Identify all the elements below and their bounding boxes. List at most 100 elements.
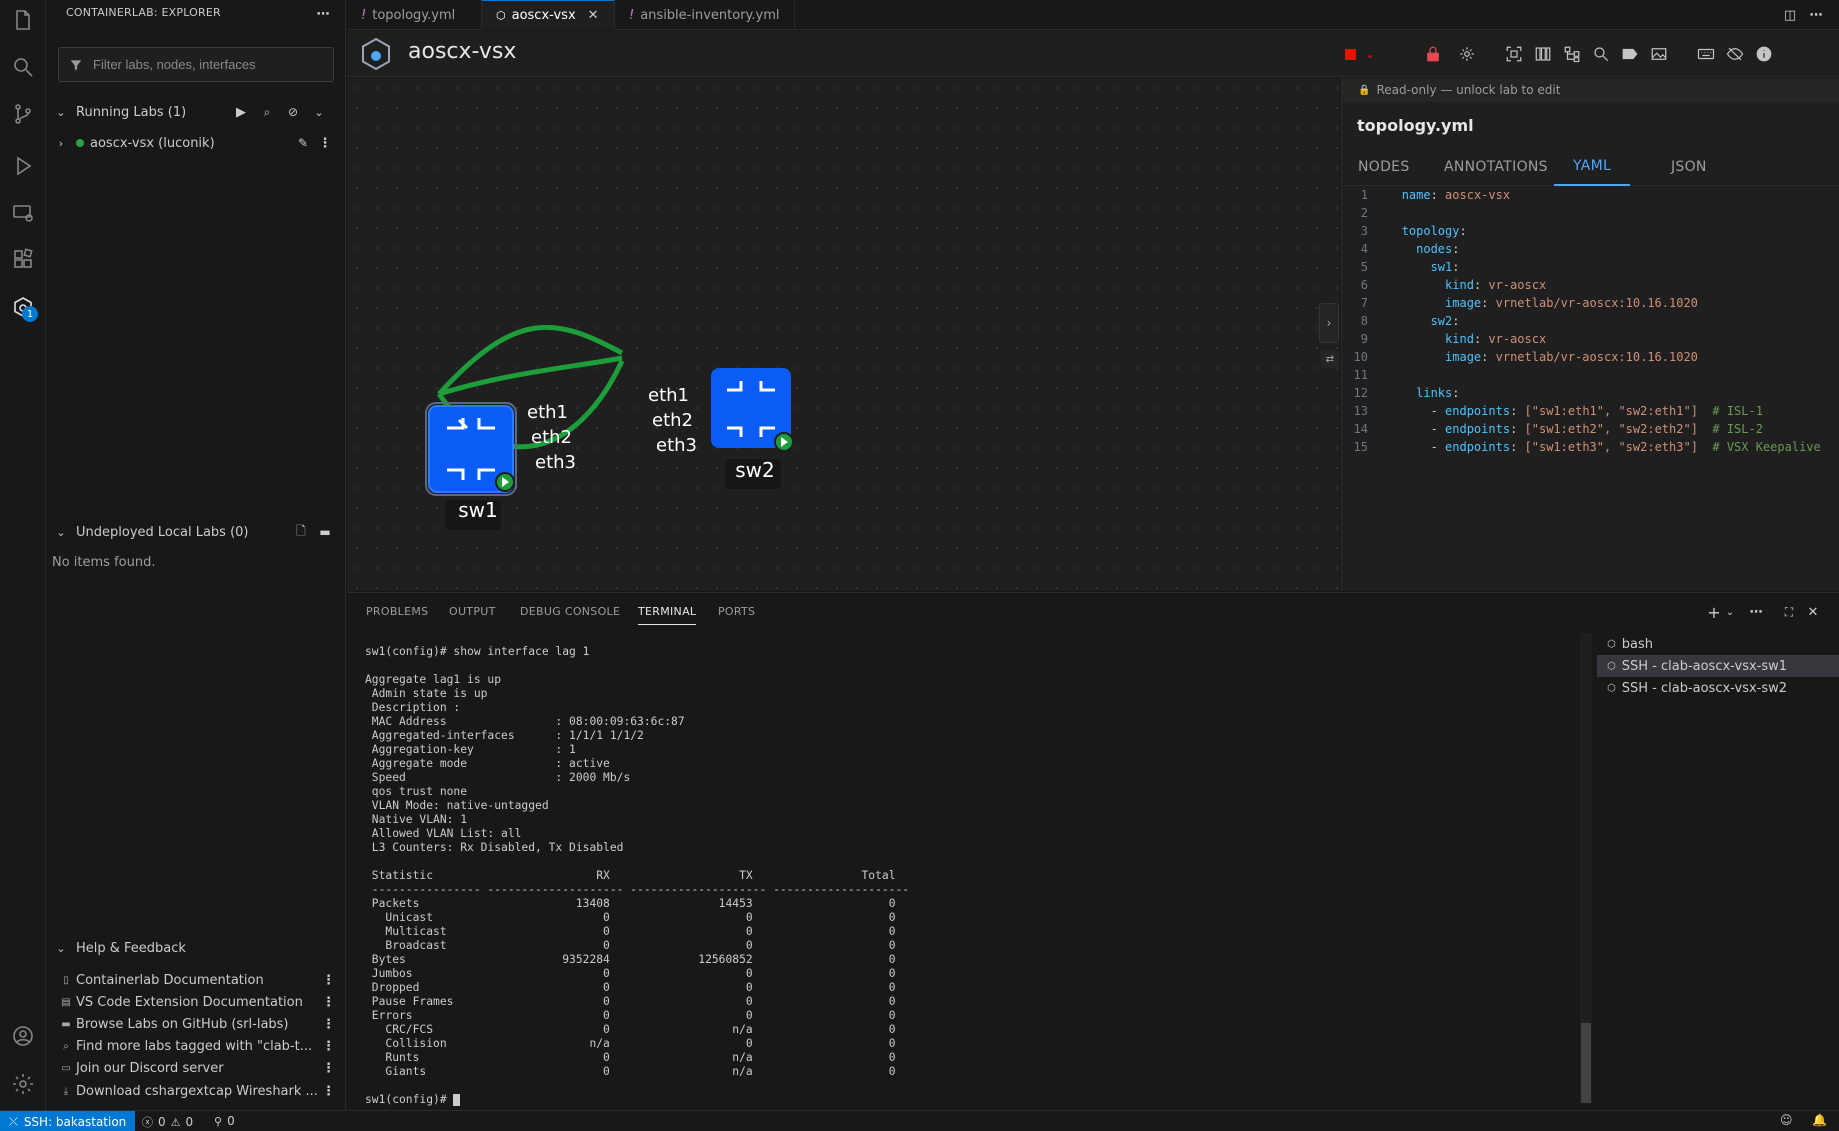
split-editor-icon[interactable]: ◫	[1779, 4, 1801, 26]
hide-eye-icon[interactable]: ⊘	[282, 101, 304, 123]
help-item-wireshark[interactable]: ⤓ Download cshargextcap Wireshark ... ⋮	[58, 1080, 343, 1102]
tab-ansible-inventory[interactable]: ! ansible-inventory.yml	[615, 0, 795, 30]
run-debug-icon[interactable]	[9, 152, 37, 180]
close-icon[interactable]: ✕	[588, 8, 599, 23]
settings-gear-icon[interactable]	[9, 1070, 37, 1098]
lock-icon[interactable]	[1423, 44, 1443, 64]
hide-eye-icon[interactable]	[1725, 44, 1745, 64]
hierarchy-icon[interactable]	[1562, 44, 1582, 64]
more-icon[interactable]: ⋮	[322, 1084, 335, 1099]
help-item-discord[interactable]: ▭ Join our Discord server ⋮	[58, 1057, 343, 1079]
terminal-line: Unicast 0 0 0	[365, 911, 896, 924]
error-icon: ⓧ	[142, 1116, 153, 1129]
source-control-icon[interactable]	[9, 100, 37, 128]
filter-input[interactable]	[93, 57, 323, 72]
maximize-panel-icon[interactable]: ⛶	[1778, 601, 1800, 623]
label-tag-icon[interactable]	[1620, 44, 1640, 64]
lab-actions-chevron-icon[interactable]: ⌄	[1360, 44, 1380, 64]
filter-box[interactable]	[58, 47, 334, 82]
panel-more-icon[interactable]: ⋯	[1745, 601, 1767, 623]
terminal-scrollbar[interactable]	[1580, 633, 1592, 1103]
more-icon[interactable]: ⋮	[322, 995, 335, 1010]
activity-bar: 1	[0, 0, 46, 1110]
terminal-cursor	[453, 1094, 461, 1106]
deploy-play-icon[interactable]: ▶	[230, 101, 252, 123]
tab-terminal[interactable]: TERMINAL	[638, 605, 697, 625]
terminal-line: Runts 0 n/a 0	[365, 1051, 896, 1064]
explorer-icon[interactable]	[9, 6, 37, 34]
help-item-ext-docs[interactable]: ▤ VS Code Extension Documentation ⋮	[58, 991, 343, 1013]
more-icon[interactable]: ⋮	[322, 1039, 335, 1054]
edit-pencil-icon[interactable]: ✎	[292, 132, 314, 154]
ports-indicator[interactable]: ⚲ 0	[214, 1114, 235, 1128]
line-number: 4	[1360, 242, 1368, 256]
fit-view-icon[interactable]	[1504, 44, 1524, 64]
code-line: 11	[1342, 366, 1839, 384]
new-file-icon[interactable]: 🗋	[290, 521, 312, 543]
settings-gear-icon[interactable]	[1457, 44, 1477, 64]
chevron-down-icon: ⌄	[56, 525, 66, 539]
topology-canvas[interactable]: sw1 sw2 eth1 eth2 eth3 eth1 eth2 eth3 › …	[347, 78, 1340, 591]
line-number: 13	[1353, 404, 1368, 418]
help-item-tagged[interactable]: ⌕ Find more labs tagged with "clab-t... ⋮	[58, 1035, 343, 1057]
search-icon[interactable]	[9, 53, 37, 81]
sidebar: CONTAINERLAB: EXPLORER ⋯ ⌄ Running Labs …	[46, 0, 346, 1110]
yaml-code-editor[interactable]: 1 name: aoscx-vsx 2 3 topology: 4 nodes: 5 …	[1342, 186, 1839, 456]
search-icon[interactable]	[1591, 44, 1611, 64]
tab-nodes[interactable]: NODES	[1358, 148, 1410, 186]
remote-icon: ⤬	[9, 1114, 18, 1128]
tab-problems[interactable]: PROBLEMS	[366, 605, 428, 625]
notifications-bell-icon[interactable]: 🔔	[1812, 1113, 1827, 1127]
terminal-item-ssh-sw2[interactable]: ⬡ SSH - clab-aoscx-vsx-sw2	[1597, 677, 1839, 699]
terminal-output[interactable]: sw1(config)# show interface lag 1 Aggrega…	[365, 645, 1365, 1107]
terminal-line: Multicast 0 0 0	[365, 925, 896, 938]
code-line: 8 sw2:	[1342, 312, 1839, 330]
info-icon[interactable]	[1754, 44, 1774, 64]
copilot-icon[interactable]: ☺	[1780, 1113, 1793, 1127]
code-line: 6 kind: vr-aoscx	[1342, 276, 1839, 294]
tab-ports[interactable]: PORTS	[718, 605, 755, 625]
panel-collapse-chevron-icon[interactable]: ›	[1319, 303, 1339, 343]
help-item-docs[interactable]: ▯ Containerlab Documentation ⋮	[58, 969, 343, 991]
endpoint-label: eth3	[535, 452, 576, 473]
account-icon[interactable]	[9, 1022, 37, 1050]
tab-json[interactable]: JSON	[1671, 148, 1707, 186]
tab-yaml[interactable]: YAML	[1554, 148, 1630, 186]
help-feedback-header[interactable]: ⌄ Help & Feedback	[46, 937, 346, 959]
swap-panel-icon[interactable]: ⇄	[1321, 350, 1339, 368]
close-panel-icon[interactable]: ✕	[1802, 601, 1824, 623]
problems-indicator[interactable]: ⓧ 0 ⚠ 0	[142, 1114, 193, 1130]
editor-more-icon[interactable]: ⋯	[1805, 4, 1827, 26]
yaml-file-icon: !	[629, 7, 635, 23]
chevron-down-icon: ⌄	[56, 941, 66, 955]
lab-more-icon[interactable]: ⋮	[314, 132, 336, 154]
tab-output[interactable]: OUTPUT	[449, 605, 496, 625]
tab-annotations[interactable]: ANNOTATIONS	[1444, 148, 1548, 186]
terminal-profile-chevron-icon[interactable]: ⌄	[1719, 601, 1741, 623]
code-line: 10 image: vrnetlab/vr-aoscx:10.16.1020	[1342, 348, 1839, 366]
containerlab-badge: 1	[22, 306, 38, 322]
running-status-dot	[76, 139, 84, 147]
stop-lab-icon[interactable]	[1340, 44, 1360, 64]
endpoint-label: eth1	[648, 385, 689, 406]
keyboard-icon[interactable]	[1696, 44, 1716, 64]
extensions-icon[interactable]	[9, 245, 37, 273]
tab-topology-yml[interactable]: ! topology.yml	[347, 0, 482, 30]
remote-indicator[interactable]: ⤬ SSH: bakastation	[0, 1111, 136, 1131]
sidebar-more-icon[interactable]: ⋯	[312, 3, 334, 25]
terminal-item-bash[interactable]: ⬡ bash	[1597, 633, 1839, 655]
terminal-item-ssh-sw1[interactable]: ⬡ SSH - clab-aoscx-vsx-sw1	[1597, 655, 1839, 677]
code-text: nodes:	[1416, 242, 1460, 256]
more-icon[interactable]: ⋮	[322, 1061, 335, 1076]
capture-image-icon[interactable]	[1649, 44, 1669, 64]
more-icon[interactable]: ⋮	[322, 973, 335, 988]
open-folder-icon[interactable]: ▬	[314, 521, 336, 543]
help-item-github[interactable]: ▬ Browse Labs on GitHub (srl-labs) ⋮	[58, 1013, 343, 1035]
tab-debug-console[interactable]: DEBUG CONSOLE	[520, 605, 620, 625]
layout-columns-icon[interactable]	[1533, 44, 1553, 64]
more-icon[interactable]: ⋮	[322, 1017, 335, 1032]
inspect-icon[interactable]: ⌕	[256, 101, 278, 123]
collapse-chevron-icon[interactable]: ⌄	[308, 101, 330, 123]
remote-explorer-icon[interactable]	[9, 199, 37, 227]
tab-aoscx-vsx[interactable]: ⬡ aoscx-vsx ✕	[482, 0, 615, 30]
